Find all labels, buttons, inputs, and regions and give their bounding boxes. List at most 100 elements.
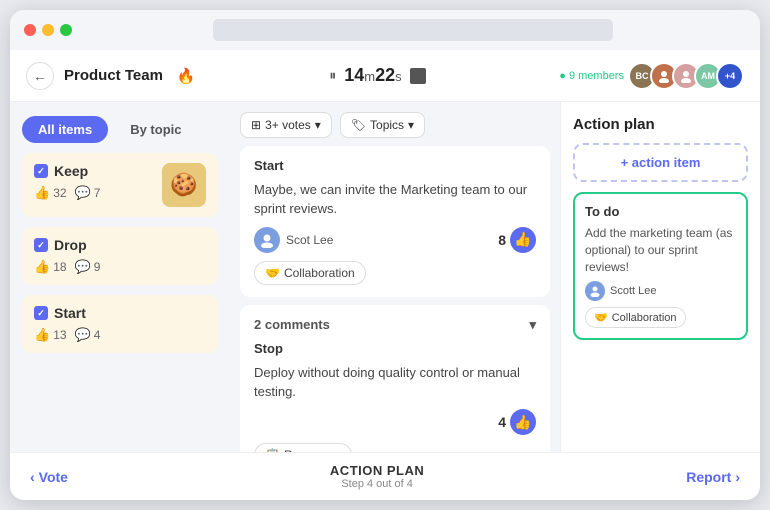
avatars-list: BC AM +4	[628, 62, 744, 90]
category-drop[interactable]: ✓ Drop 👍 18 💬 9	[22, 227, 218, 285]
category-start-meta: 👍 13 💬 4	[34, 327, 100, 343]
action-tag[interactable]: 🤝 Collaboration	[585, 307, 686, 328]
action-author-name: Scott Lee	[610, 285, 656, 297]
members-count: ● 9 members	[559, 70, 624, 82]
action-author-avatar	[585, 281, 605, 301]
category-keep-meta: 👍 32 💬 7	[34, 185, 100, 201]
avatar-overflow: +4	[716, 62, 744, 90]
stop-vote-icon[interactable]: 👍	[510, 409, 536, 435]
action-panel: Action plan + action item To do Add the …	[560, 102, 760, 452]
step-title: ACTION PLAN	[330, 463, 424, 478]
topics-filter[interactable]: 🏷 Topics ▾	[340, 112, 425, 138]
next-chevron-icon: ›	[735, 469, 740, 485]
category-drop-info: ✓ Drop 👍 18 💬 9	[34, 237, 100, 275]
drop-checkbox[interactable]: ✓	[34, 238, 48, 252]
back-button[interactable]: ←	[26, 62, 54, 90]
action-card-1: To do Add the marketing team (as optiona…	[573, 192, 748, 340]
stop-content-text: Deploy without doing quality control or …	[254, 364, 536, 402]
comment-icon-3: 💬	[75, 327, 91, 343]
step-info: ACTION PLAN Step 4 out of 4	[330, 463, 424, 490]
main-content: All items By topic ✓ Keep 👍 32	[10, 102, 760, 452]
bottom-bar: ‹ Vote ACTION PLAN Step 4 out of 4 Repor…	[10, 452, 760, 500]
like-icon-3: 👍	[34, 327, 50, 343]
app-window: ← Product Team 🔥 ⏸ 14m22s ● 9 members BC…	[10, 10, 760, 500]
page-title: Product Team	[64, 67, 163, 84]
address-bar[interactable]	[213, 19, 613, 41]
topics-chevron-icon: ▾	[408, 118, 414, 132]
action-tag-label: Collaboration	[612, 312, 677, 324]
drop-comments: 💬 9	[75, 259, 101, 275]
action-footer: Scott Lee 🤝 Collaboration	[585, 281, 736, 328]
vote-label: Vote	[39, 469, 68, 485]
tab-all-items[interactable]: All items	[22, 116, 108, 143]
post-category-label: Start	[254, 158, 536, 173]
like-icon: 👍	[34, 185, 50, 201]
comments-chevron-icon[interactable]: ▾	[529, 317, 536, 333]
vote-icon-1[interactable]: 👍	[510, 227, 536, 253]
comments-count: 2 comments	[254, 317, 330, 332]
action-status: To do	[585, 204, 736, 219]
tag-icon-1: 🤝	[265, 266, 280, 280]
close-button[interactable]	[24, 24, 36, 36]
timer-minutes: 14	[344, 65, 364, 85]
timer-seconds: 22	[375, 65, 395, 85]
comments-section: 2 comments ▾ Stop Deploy without doing q…	[240, 305, 550, 452]
keep-thumbnail: 🍪	[162, 163, 206, 207]
stop-category-label: Stop	[254, 341, 536, 356]
author-avatar-1	[254, 227, 280, 253]
step-subtitle: Step 4 out of 4	[330, 478, 424, 490]
maximize-button[interactable]	[60, 24, 72, 36]
category-keep-title: ✓ Keep	[34, 163, 100, 179]
drop-likes: 👍 18	[34, 259, 67, 275]
header: ← Product Team 🔥 ⏸ 14m22s ● 9 members BC…	[10, 50, 760, 102]
stop-vote-count: 4	[498, 414, 506, 430]
post-content-text: Maybe, we can invite the Marketing team …	[254, 181, 536, 219]
category-drop-title: ✓ Drop	[34, 237, 100, 253]
resources-tag[interactable]: 📋 Resources	[254, 443, 352, 452]
tabs-row: All items By topic	[22, 116, 218, 143]
tag-label-1: Collaboration	[284, 266, 355, 280]
votes-filter[interactable]: ⊞ 3+ votes ▾	[240, 112, 332, 138]
tag-filter-icon: 🏷	[351, 118, 366, 132]
collaboration-tag-1[interactable]: 🤝 Collaboration	[254, 261, 366, 285]
post-footer: Scot Lee 8 👍	[254, 227, 536, 253]
topics-filter-label: Topics	[370, 118, 404, 132]
start-likes: 👍 13	[34, 327, 67, 343]
title-emoji: 🔥	[177, 67, 196, 85]
category-start[interactable]: ✓ Start 👍 13 💬 4	[22, 295, 218, 353]
action-author: Scott Lee	[585, 281, 656, 301]
members-section: ● 9 members BC AM +4	[559, 62, 744, 90]
category-keep[interactable]: ✓ Keep 👍 32 💬 7 🍪	[22, 153, 218, 217]
center-content: ⊞ 3+ votes ▾ 🏷 Topics ▾ Start Maybe, we …	[230, 102, 560, 452]
start-checkbox[interactable]: ✓	[34, 306, 48, 320]
comments-header: 2 comments ▾	[254, 317, 536, 333]
category-start-title: ✓ Start	[34, 305, 100, 321]
stop-footer: 4 👍	[254, 409, 536, 435]
timer-section: ⏸ 14m22s	[329, 65, 425, 86]
add-action-button[interactable]: + action item	[573, 143, 748, 182]
author-name-1: Scot Lee	[286, 233, 333, 247]
timer-s-label: s	[395, 69, 402, 84]
timer-m-label: m	[364, 69, 375, 84]
stop-button[interactable]	[410, 68, 426, 84]
votes-filter-icon: ⊞	[251, 118, 261, 132]
vote-button[interactable]: ‹ Vote	[30, 469, 68, 485]
minimize-button[interactable]	[42, 24, 54, 36]
timer-display: 14m22s	[344, 65, 401, 86]
start-comments: 💬 4	[75, 327, 101, 343]
action-panel-title: Action plan	[573, 116, 748, 133]
comment-icon-2: 💬	[75, 259, 91, 275]
action-tag-icon: 🤝	[594, 311, 608, 324]
stop-votes: 4 👍	[498, 409, 536, 435]
prev-chevron-icon: ‹	[30, 469, 35, 485]
titlebar	[10, 10, 760, 50]
comment-icon: 💬	[75, 185, 91, 201]
tab-by-topic[interactable]: By topic	[114, 116, 197, 143]
category-drop-meta: 👍 18 💬 9	[34, 259, 100, 275]
keep-checkbox[interactable]: ✓	[34, 164, 48, 178]
votes-filter-label: 3+ votes	[265, 118, 311, 132]
report-button[interactable]: Report ›	[686, 469, 740, 485]
vote-count-1: 8	[498, 232, 506, 248]
pause-icon[interactable]: ⏸	[329, 67, 336, 84]
keep-likes: 👍 32	[34, 185, 67, 201]
